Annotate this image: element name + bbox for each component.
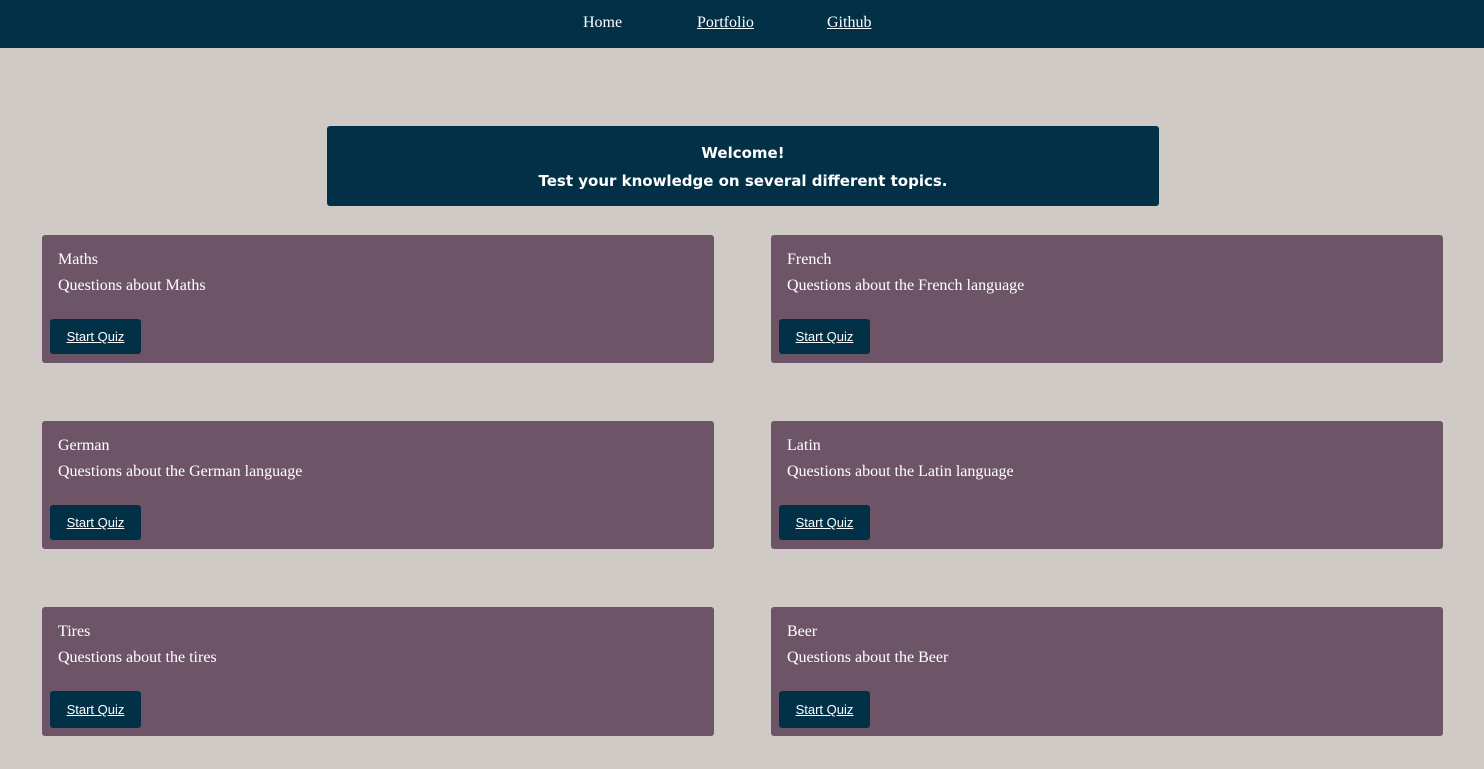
quiz-card-title: Beer bbox=[787, 623, 818, 640]
nav-link-home[interactable]: Home bbox=[583, 13, 622, 33]
start-quiz-button-french[interactable]: Start Quiz bbox=[779, 319, 870, 354]
start-quiz-button-german[interactable]: Start Quiz bbox=[50, 505, 141, 540]
quiz-card-description: Questions about the German language bbox=[58, 463, 303, 480]
nav-link-github[interactable]: Github bbox=[827, 13, 871, 33]
nav-link-portfolio[interactable]: Portfolio bbox=[697, 13, 754, 33]
start-quiz-button-tires[interactable]: Start Quiz bbox=[50, 691, 141, 728]
welcome-heading: Welcome! bbox=[701, 144, 785, 162]
quiz-card-description: Questions about the French language bbox=[787, 277, 1025, 294]
quiz-card-latin: Latin Questions about the Latin language… bbox=[771, 421, 1443, 549]
start-quiz-button-maths[interactable]: Start Quiz bbox=[50, 319, 141, 354]
quiz-card-title: Tires bbox=[58, 623, 91, 640]
quiz-card-title: German bbox=[58, 437, 110, 454]
welcome-subheading: Test your knowledge on several different… bbox=[538, 172, 948, 190]
start-quiz-button-beer[interactable]: Start Quiz bbox=[779, 691, 870, 728]
quiz-card-german: German Questions about the German langua… bbox=[42, 421, 714, 549]
quiz-card-description: Questions about the tires bbox=[58, 649, 217, 666]
start-quiz-button-latin[interactable]: Start Quiz bbox=[779, 505, 870, 540]
quiz-card-description: Questions about the Latin language bbox=[787, 463, 1014, 480]
quiz-card-beer: Beer Questions about the Beer Start Quiz bbox=[771, 607, 1443, 736]
quiz-card-maths: Maths Questions about Maths Start Quiz bbox=[42, 235, 714, 363]
quiz-card-french: French Questions about the French langua… bbox=[771, 235, 1443, 363]
quiz-card-description: Questions about Maths bbox=[58, 277, 206, 294]
quiz-card-title: French bbox=[787, 251, 832, 268]
quiz-card-title: Maths bbox=[58, 251, 98, 268]
welcome-banner: Welcome! Test your knowledge on several … bbox=[327, 126, 1159, 206]
quiz-card-description: Questions about the Beer bbox=[787, 649, 949, 666]
quiz-card-title: Latin bbox=[787, 437, 821, 454]
top-navbar: Home Portfolio Github bbox=[0, 0, 1484, 48]
quiz-card-tires: Tires Questions about the tires Start Qu… bbox=[42, 607, 714, 736]
